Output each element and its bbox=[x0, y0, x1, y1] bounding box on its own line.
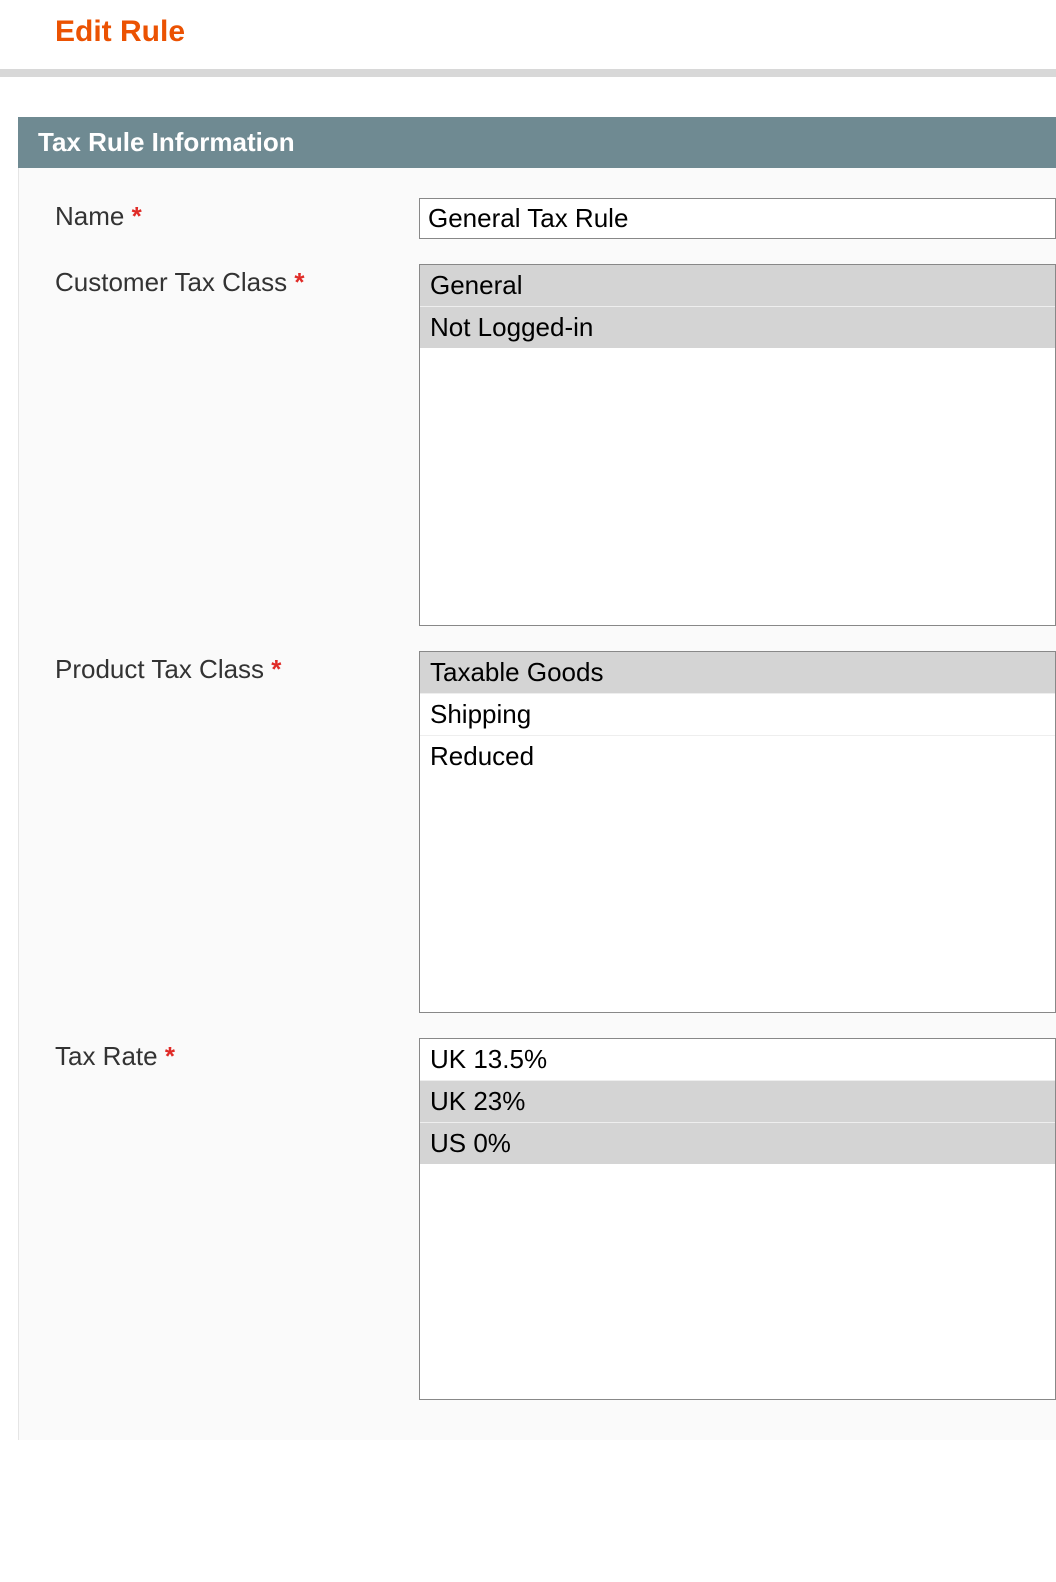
multiselect-option[interactable]: UK 23% bbox=[420, 1081, 1055, 1123]
multiselect-option[interactable]: Shipping bbox=[420, 694, 1055, 736]
product-tax-class-multiselect[interactable]: Taxable GoodsShippingReduced bbox=[419, 651, 1056, 1013]
form-row-tax-rate: Tax Rate * UK 13.5%UK 23%US 0% bbox=[19, 1038, 1056, 1400]
required-indicator: * bbox=[271, 654, 281, 684]
tax-rule-section: Tax Rule Information Name * Customer Tax… bbox=[0, 117, 1056, 1440]
tax-rate-control: UK 13.5%UK 23%US 0% bbox=[419, 1038, 1056, 1400]
multiselect-option[interactable]: UK 13.5% bbox=[420, 1039, 1055, 1081]
name-label-wrap: Name * bbox=[19, 198, 419, 232]
form-row-customer-tax-class: Customer Tax Class * GeneralNot Logged-i… bbox=[19, 264, 1056, 651]
multiselect-option[interactable]: US 0% bbox=[420, 1123, 1055, 1164]
multiselect-option[interactable]: General bbox=[420, 265, 1055, 307]
divider bbox=[0, 69, 1056, 77]
multiselect-option[interactable]: Not Logged-in bbox=[420, 307, 1055, 348]
section-body: Name * Customer Tax Class * GeneralNot L… bbox=[18, 168, 1056, 1440]
product-tax-class-label: Product Tax Class bbox=[55, 654, 264, 684]
customer-tax-class-label: Customer Tax Class bbox=[55, 267, 287, 297]
form-row-product-tax-class: Product Tax Class * Taxable GoodsShippin… bbox=[19, 651, 1056, 1038]
name-field[interactable] bbox=[419, 198, 1056, 239]
multiselect-option[interactable]: Taxable Goods bbox=[420, 652, 1055, 694]
required-indicator: * bbox=[165, 1041, 175, 1071]
required-indicator: * bbox=[294, 267, 304, 297]
form-row-name: Name * bbox=[19, 198, 1056, 264]
product-tax-class-control: Taxable GoodsShippingReduced bbox=[419, 651, 1056, 1013]
product-tax-class-label-wrap: Product Tax Class * bbox=[19, 651, 419, 685]
name-label: Name bbox=[55, 201, 124, 231]
tax-rate-multiselect[interactable]: UK 13.5%UK 23%US 0% bbox=[419, 1038, 1056, 1400]
required-indicator: * bbox=[132, 201, 142, 231]
customer-tax-class-multiselect[interactable]: GeneralNot Logged-in bbox=[419, 264, 1056, 626]
page-header: Edit Rule bbox=[0, 0, 1056, 69]
page-title: Edit Rule bbox=[55, 15, 1056, 49]
tax-rate-label-wrap: Tax Rate * bbox=[19, 1038, 419, 1072]
name-control bbox=[419, 198, 1056, 239]
section-header: Tax Rule Information bbox=[18, 117, 1056, 168]
tax-rate-label: Tax Rate bbox=[55, 1041, 158, 1071]
customer-tax-class-control: GeneralNot Logged-in bbox=[419, 264, 1056, 626]
customer-tax-class-label-wrap: Customer Tax Class * bbox=[19, 264, 419, 298]
multiselect-option[interactable]: Reduced bbox=[420, 736, 1055, 777]
